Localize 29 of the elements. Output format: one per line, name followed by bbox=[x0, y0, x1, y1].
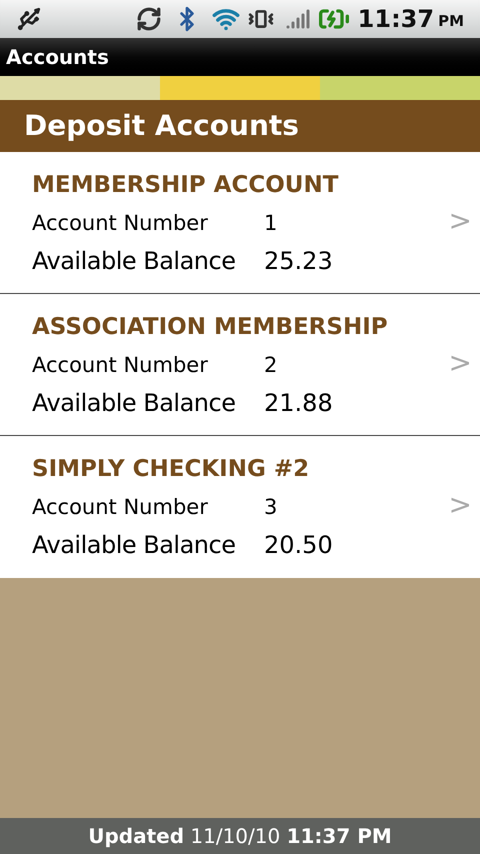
field-label: Account Number bbox=[32, 494, 209, 522]
balance-value: 21.88 bbox=[264, 388, 333, 418]
balance-value: 25.23 bbox=[264, 246, 333, 276]
section-title: Deposit Accounts bbox=[24, 108, 299, 144]
chevron-icon: > bbox=[448, 342, 472, 384]
account-number: 3 bbox=[264, 494, 278, 522]
account-row[interactable]: ASSOCIATION MEMBERSHIP Account Number 2 Available Balance 21.88 > bbox=[0, 294, 480, 436]
chevron-icon: > bbox=[448, 200, 472, 242]
balance-value: 20.50 bbox=[264, 530, 333, 561]
clock-period: PM bbox=[438, 10, 464, 32]
field-label: Account Number bbox=[32, 352, 209, 379]
updated-text: Updated 11/10/10 11:37 PM bbox=[88, 823, 392, 850]
chevron-icon: > bbox=[448, 484, 472, 526]
signal-icon bbox=[286, 7, 310, 31]
account-row[interactable]: MEMBERSHIP ACCOUNT Account Number 1 Available Balance 25.23 > bbox=[0, 152, 480, 294]
account-name: SIMPLY CHECKING #2 bbox=[32, 455, 310, 484]
account-number: 2 bbox=[264, 352, 278, 379]
field-label: Available Balance bbox=[32, 530, 236, 561]
sync-icon bbox=[136, 6, 162, 32]
clock-time: 11:37 bbox=[358, 4, 434, 35]
account-number: 1 bbox=[264, 210, 278, 237]
account-name: ASSOCIATION MEMBERSHIP bbox=[32, 312, 389, 342]
field-label: Available Balance bbox=[32, 388, 236, 418]
account-name: MEMBERSHIP ACCOUNT bbox=[32, 170, 340, 200]
usb-icon bbox=[16, 6, 42, 32]
field-label: Account Number bbox=[32, 210, 209, 237]
field-label: Available Balance bbox=[32, 246, 236, 276]
account-row[interactable]: SIMPLY CHECKING #2 Account Number 3 Available Balance 20.50 > bbox=[0, 436, 480, 578]
screen-title: Accounts bbox=[6, 44, 109, 71]
